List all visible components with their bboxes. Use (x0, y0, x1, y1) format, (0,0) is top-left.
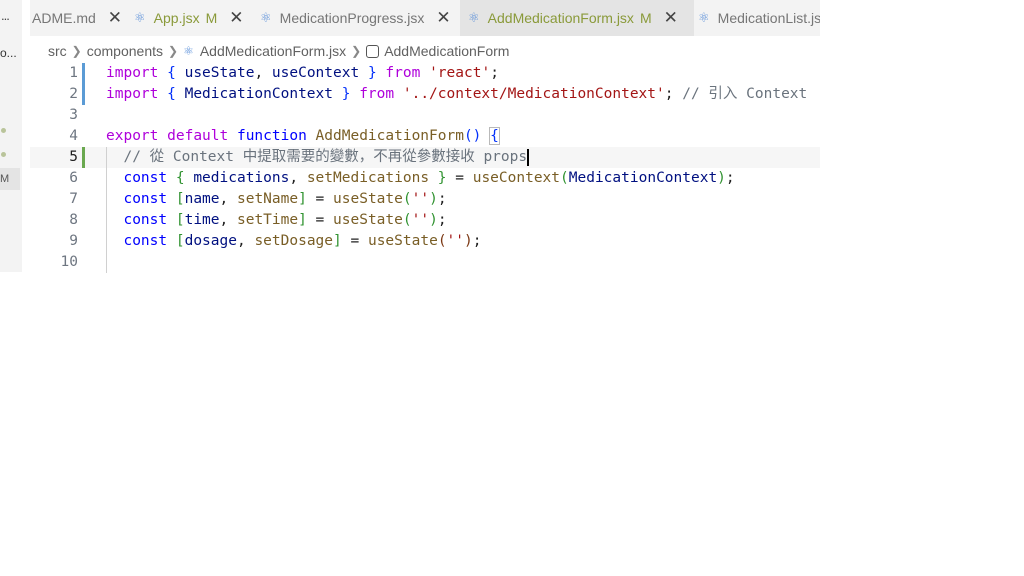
react-icon: ⚛ (698, 10, 710, 25)
breadcrumb-item-components[interactable]: components (87, 43, 163, 59)
close-icon[interactable]: ✕ (436, 8, 450, 28)
diff-modified-marker (82, 63, 85, 84)
chevron-right-icon: ❯ (351, 44, 362, 58)
breadcrumb-item-symbol[interactable]: AddMedicationForm (384, 43, 509, 59)
modified-status-badge: M (0, 173, 10, 185)
line-number: 5 (69, 149, 78, 165)
code-line-text: const [time, setTime] = useState(''); (123, 212, 447, 228)
tab-label: MedicationProgress.jsx (279, 10, 425, 26)
explorer-strip: ... o... M (0, 0, 22, 272)
tab-app[interactable]: ⚛ App.jsx M ✕ (134, 0, 264, 36)
modified-badge: M (639, 10, 652, 26)
react-icon: ⚛ (134, 10, 146, 25)
breadcrumb: src ❯ components ❯ ⚛ AddMedicationForm.j… (48, 43, 509, 59)
code-line[interactable]: 1 import { useState, useContext } from '… (30, 63, 820, 84)
chevron-right-icon: ❯ (168, 44, 179, 58)
code-line[interactable]: 8 const [time, setTime] = useState(''); (30, 210, 820, 231)
code-line-text: import { MedicationContext } from '../co… (106, 86, 808, 102)
code-line[interactable]: 10 (30, 252, 820, 273)
react-icon: ⚛ (468, 10, 480, 25)
explorer-item-label[interactable]: o... (0, 46, 17, 60)
diff-modified-marker (82, 84, 85, 105)
line-number: 10 (60, 254, 78, 270)
breadcrumb-item-src[interactable]: src (48, 43, 67, 59)
tab-label: MedicationList.js (717, 10, 820, 26)
code-line-text: export default function AddMedicationFor… (106, 127, 500, 145)
close-icon[interactable]: ✕ (664, 8, 678, 28)
tab-label: App.jsx (153, 10, 200, 26)
code-line[interactable]: 9 const [dosage, setDosage] = useState('… (30, 231, 820, 252)
line-number: 2 (69, 86, 78, 102)
line-number: 6 (69, 170, 78, 186)
line-number: 9 (69, 233, 78, 249)
code-line-text: const [dosage, setDosage] = useState('')… (123, 233, 482, 249)
code-line[interactable]: 2 import { MedicationContext } from '../… (30, 84, 820, 105)
editor-group: ADME.md ✕ ⚛ App.jsx M ✕ ⚛ MedicationProg… (30, 0, 820, 273)
text-cursor (527, 148, 530, 166)
tab-readme[interactable]: ADME.md ✕ (30, 0, 150, 36)
tab-add-medication-form[interactable]: ⚛ AddMedicationForm.jsx M ✕ (460, 0, 694, 36)
line-number: 8 (69, 212, 78, 228)
tab-label: ADME.md (32, 10, 96, 26)
tab-label: AddMedicationForm.jsx (487, 10, 634, 26)
code-line-current[interactable]: 5 // 從 Context 中提取需要的變數，不再從參數接收 props (30, 147, 820, 168)
breadcrumb-item-file[interactable]: AddMedicationForm.jsx (200, 43, 346, 59)
react-icon: ⚛ (260, 10, 272, 25)
tab-bar: ADME.md ✕ ⚛ App.jsx M ✕ ⚛ MedicationProg… (30, 0, 820, 36)
code-line-text: const [name, setName] = useState(''); (123, 191, 447, 207)
more-actions-icon[interactable]: ... (1, 8, 10, 23)
code-line[interactable]: 6 const { medications, setMedications } … (30, 168, 820, 189)
code-line-text: import { useState, useContext } from 're… (106, 65, 499, 81)
react-icon: ⚛ (183, 44, 194, 58)
chevron-right-icon: ❯ (71, 44, 82, 58)
line-number: 4 (69, 128, 78, 144)
tab-medication-list[interactable]: ⚛ MedicationList.js (696, 0, 820, 36)
code-line[interactable]: 4 export default function AddMedicationF… (30, 126, 820, 147)
modified-badge: M (205, 10, 218, 26)
code-line-text: // 從 Context 中提取需要的變數，不再從參數接收 props (106, 148, 530, 166)
symbol-method-icon (366, 44, 380, 58)
line-number: 3 (69, 107, 78, 123)
diff-added-marker (82, 147, 85, 168)
tab-medication-progress[interactable]: ⚛ MedicationProgress.jsx ✕ (260, 0, 486, 36)
indent-guide (106, 252, 107, 273)
close-icon[interactable]: ✕ (229, 8, 243, 28)
modified-dot-icon (1, 128, 6, 133)
line-number: 7 (69, 191, 78, 207)
line-number: 1 (69, 65, 78, 81)
code-line[interactable]: 3 (30, 105, 820, 126)
close-icon[interactable]: ✕ (108, 8, 122, 28)
code-line-text: const { medications, setMedications } = … (123, 170, 735, 186)
modified-dot-icon (1, 152, 6, 157)
code-line[interactable]: 7 const [name, setName] = useState(''); (30, 189, 820, 210)
